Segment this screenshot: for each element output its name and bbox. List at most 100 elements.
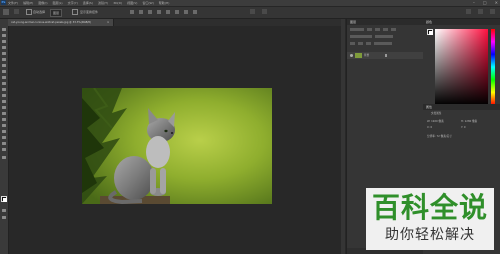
gradient-tool-icon[interactable] [2, 100, 6, 103]
color-tab[interactable]: 颜色 [426, 19, 432, 25]
distribute-icon[interactable] [184, 10, 188, 14]
align-bottom-icon[interactable] [175, 10, 179, 14]
layers-panel-header: 图层 [347, 19, 423, 25]
menu-edit[interactable]: 编辑(E) [23, 0, 33, 6]
frame-tool-icon[interactable] [2, 58, 6, 61]
align-icons [130, 10, 197, 14]
y-field[interactable]: Y: 0 [461, 126, 466, 130]
blend-mode-dropdown[interactable] [350, 35, 372, 38]
blur-tool-icon[interactable] [2, 106, 6, 109]
lasso-tool-icon[interactable] [2, 40, 6, 43]
home-icon[interactable] [14, 9, 19, 14]
hue-slider[interactable] [491, 29, 495, 105]
fill-field[interactable] [374, 42, 392, 45]
tools-panel [0, 19, 9, 254]
close-window-button[interactable]: ✕ [495, 0, 498, 6]
align-center-icon[interactable] [139, 10, 143, 14]
move-tool-icon[interactable] [2, 28, 6, 31]
opacity-field[interactable] [375, 35, 393, 38]
menu-view[interactable]: 视图(V) [127, 0, 137, 6]
background-color-swatch[interactable] [3, 198, 7, 202]
brush-tool-icon[interactable] [2, 76, 6, 79]
orbit-icon[interactable] [262, 9, 267, 14]
filter-type-icon[interactable] [383, 28, 388, 31]
watermark-subtitle: 助你轻松解决 [385, 227, 475, 243]
properties-tab[interactable]: 属性 [426, 104, 432, 110]
menu-file[interactable]: 文件(F) [8, 0, 18, 6]
move-tool-icon[interactable] [3, 9, 9, 15]
align-right-icon[interactable] [148, 10, 152, 14]
path-select-tool-icon[interactable] [2, 130, 6, 133]
resolution-field[interactable]: 分辨率: 72 像素/英寸 [427, 135, 452, 139]
document-tab[interactable]: cat-young-animal-curious-wildcat-pexels.… [8, 19, 114, 26]
color-panel-header: 颜色 [423, 19, 500, 25]
visibility-eye-icon[interactable] [350, 54, 353, 57]
saturation-field[interactable] [435, 29, 488, 105]
watermark: 百科全说 助你轻松解决 [366, 188, 494, 250]
align-left-icon[interactable] [130, 10, 134, 14]
layers-tab[interactable]: 图层 [350, 19, 356, 25]
menu-bar: Ps 文件(F) 编辑(E) 图像(I) 图层(L) 文字(Y) 选择(S) 滤… [0, 0, 500, 7]
lock-pixels-icon[interactable] [350, 42, 355, 45]
quick-mask-icon[interactable] [2, 209, 6, 212]
filter-shape-icon[interactable] [391, 28, 396, 31]
document-tab-bar: cat-young-animal-curious-wildcat-pexels.… [8, 19, 341, 26]
width-field[interactable]: W: 1920 像素 [427, 120, 444, 124]
shape-tool-icon[interactable] [2, 136, 6, 139]
history-brush-tool-icon[interactable] [2, 88, 6, 91]
document-properties-label: 文档属性 [431, 112, 442, 115]
menu-layer[interactable]: 图层(L) [53, 0, 63, 6]
menu-image[interactable]: 图像(I) [38, 0, 47, 6]
blend-mode-row [350, 35, 393, 39]
filter-adjust-icon[interactable] [375, 28, 380, 31]
share-icon[interactable] [490, 9, 495, 14]
close-document-button[interactable]: × [107, 19, 109, 26]
kitten-photo [82, 88, 272, 204]
layer-row-background[interactable]: 背景 [347, 52, 423, 59]
menu-window[interactable]: 窗口(W) [142, 0, 153, 6]
window-controls: – □ ✕ [473, 0, 498, 6]
transform-controls-checkbox[interactable] [72, 9, 78, 15]
align-top-icon[interactable] [157, 10, 161, 14]
healing-brush-tool-icon[interactable] [2, 70, 6, 73]
dodge-tool-icon[interactable] [2, 112, 6, 115]
menu-help[interactable]: 帮助(H) [159, 0, 170, 6]
maximize-button[interactable]: □ [483, 0, 487, 6]
eyedropper-tool-icon[interactable] [2, 64, 6, 67]
3d-mode-icon[interactable] [250, 9, 255, 14]
screen-mode-icon[interactable] [2, 216, 6, 219]
clone-stamp-tool-icon[interactable] [2, 82, 6, 85]
color-picker[interactable] [435, 29, 495, 105]
properties-panel-header: 属性 [423, 104, 500, 110]
filter-kind-dropdown[interactable] [350, 28, 364, 31]
auto-select-dropdown[interactable]: 图层 [50, 9, 63, 17]
menu-select[interactable]: 选择(S) [83, 0, 93, 6]
zoom-tool-icon[interactable] [2, 148, 6, 151]
menu-type[interactable]: 文字(Y) [68, 0, 78, 6]
marquee-tool-icon[interactable] [2, 34, 6, 37]
distribute-h-icon[interactable] [193, 10, 197, 14]
menu-3d[interactable]: 3D(D) [113, 0, 122, 6]
align-middle-icon[interactable] [166, 10, 170, 14]
auto-select-label: 自动选择 [33, 10, 46, 14]
height-field[interactable]: H: 1280 像素 [461, 120, 477, 124]
menu-filter[interactable]: 滤镜(T) [98, 0, 108, 6]
quick-select-tool-icon[interactable] [2, 46, 6, 49]
hand-tool-icon[interactable] [2, 142, 6, 145]
type-tool-icon[interactable] [2, 124, 6, 127]
pen-tool-icon[interactable] [2, 118, 6, 121]
x-field[interactable]: X: 0 [427, 126, 432, 130]
photoshop-logo: Ps [1, 0, 6, 5]
lock-position-icon[interactable] [358, 42, 363, 45]
workspace-icon[interactable] [478, 9, 483, 14]
eraser-tool-icon[interactable] [2, 94, 6, 97]
minimize-button[interactable]: – [473, 0, 475, 6]
filter-pixel-icon[interactable] [367, 28, 372, 31]
more-tools-icon[interactable] [2, 156, 6, 159]
lock-all-icon[interactable] [366, 42, 371, 45]
color-panel-background-swatch[interactable] [429, 31, 433, 35]
crop-tool-icon[interactable] [2, 52, 6, 55]
auto-select-checkbox[interactable] [26, 9, 32, 15]
canvas-image[interactable] [82, 88, 272, 204]
search-icon[interactable] [466, 9, 471, 14]
